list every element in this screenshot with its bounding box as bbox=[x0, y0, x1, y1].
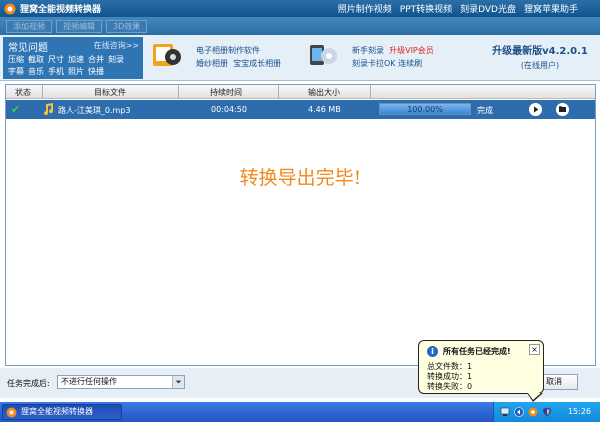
progress-bar: 100.00% bbox=[379, 103, 471, 115]
vip-upgrade-link[interactable]: 升级VIP会员 bbox=[389, 46, 434, 55]
baby-album-link[interactable]: 宝宝成长相册 bbox=[233, 59, 281, 68]
column-duration[interactable]: 持续时间 bbox=[210, 87, 242, 98]
file-name: 路人-江美琪_0.mp3 bbox=[58, 106, 131, 115]
taskbar-app-button[interactable]: 狸窝全能视频转换器 bbox=[2, 404, 122, 420]
progress-text: 100.00% bbox=[407, 105, 443, 114]
promo-burn: 新手刻录 升级VIP会员 刻录卡拉OK 连续刷 bbox=[352, 44, 434, 70]
faq-link[interactable]: 快播 bbox=[88, 66, 104, 77]
promo-album: 电子相册制作软件 婚纱相册 宝宝成长相册 bbox=[196, 44, 281, 70]
menu-photo-video[interactable]: 照片制作视频 bbox=[338, 2, 392, 15]
window-title: 狸窝全能视频转换器 bbox=[20, 5, 102, 15]
app-icon bbox=[4, 3, 16, 14]
column-target-file[interactable]: 目标文件 bbox=[94, 87, 126, 98]
column-status[interactable]: 状态 bbox=[15, 87, 31, 98]
menu-burn-dvd[interactable]: 刻录DVD光盘 bbox=[460, 2, 516, 15]
task-list: 状态 目标文件 持续时间 输出大小 ✔ 路人-江美琪_0.mp3 00:04:5… bbox=[5, 84, 596, 366]
add-video-button[interactable]: 添加视频 bbox=[6, 19, 52, 33]
beginner-burn-link[interactable]: 新手刻录 bbox=[352, 46, 384, 55]
faq-link[interactable]: 照片 bbox=[68, 66, 84, 77]
wedding-album-link[interactable]: 婚纱相册 bbox=[196, 59, 228, 68]
close-icon[interactable]: × bbox=[529, 344, 540, 355]
faq-link[interactable]: 字幕 bbox=[8, 66, 24, 77]
music-note-icon bbox=[44, 103, 54, 115]
toolbar: 添加视频 视频编辑 3D效果 bbox=[0, 17, 600, 35]
app-tray-icon[interactable] bbox=[528, 407, 538, 417]
file-size: 4.46 MB bbox=[308, 105, 341, 114]
task-status: 完成 bbox=[477, 106, 493, 115]
upgrade-title: 升级最新版v4.2.0.1 bbox=[492, 46, 588, 57]
faq-link[interactable]: 压缩 bbox=[8, 54, 24, 65]
play-icon[interactable] bbox=[529, 103, 542, 116]
info-icon: i bbox=[427, 346, 438, 357]
fail-count-text: 转换失败：0 bbox=[427, 382, 473, 391]
faq-link[interactable]: 加速 bbox=[68, 54, 84, 65]
balloon-title: 所有任务已经完成! bbox=[443, 347, 511, 356]
check-icon: ✔ bbox=[11, 103, 21, 116]
upgrade-subtitle: (在线用户) bbox=[520, 61, 560, 70]
dvd-burn-icon[interactable] bbox=[308, 41, 338, 69]
notification-balloon: i 所有任务已经完成! × 总文件数：1 转换成功：1 转换失败：0 bbox=[418, 340, 544, 402]
table-row[interactable]: ✔ 路人-江美琪_0.mp3 00:04:50 4.46 MB 100.00% … bbox=[6, 100, 595, 119]
top-menu: 照片制作视频 PPT转换视频 刻录DVD光盘 狸窝苹果助手 bbox=[338, 0, 578, 17]
faq-title: 常见问题 bbox=[8, 43, 48, 54]
menu-ppt-video[interactable]: PPT转换视频 bbox=[400, 2, 452, 15]
after-complete-select[interactable]: 不进行任何操作 bbox=[57, 375, 185, 389]
upgrade-link[interactable]: 升级最新版v4.2.0.1 (在线用户) bbox=[482, 42, 598, 71]
open-folder-icon[interactable] bbox=[556, 103, 569, 116]
after-complete-label: 任务完成后: bbox=[7, 379, 50, 388]
file-duration: 00:04:50 bbox=[211, 105, 247, 114]
online-consult-link[interactable]: 在线咨询>> bbox=[94, 40, 139, 51]
clock: 15:26 bbox=[567, 407, 591, 416]
app-icon bbox=[6, 407, 17, 418]
photo-album-icon[interactable] bbox=[152, 41, 182, 69]
faq-row-2: 字幕 音乐 手机 照片 快播 bbox=[8, 66, 104, 77]
column-output-size[interactable]: 输出大小 bbox=[308, 87, 340, 98]
table-header: 状态 目标文件 持续时间 输出大小 bbox=[6, 85, 595, 99]
shield-icon[interactable] bbox=[542, 407, 552, 417]
faq-link[interactable]: 尺寸 bbox=[48, 54, 64, 65]
faq-link[interactable]: 截取 bbox=[28, 54, 44, 65]
system-tray: 15:26 bbox=[493, 402, 600, 422]
faq-link[interactable]: 刻录 bbox=[108, 54, 124, 65]
karaoke-burn-link[interactable]: 刻录卡拉OK bbox=[352, 59, 396, 68]
continuous-burn-link[interactable]: 连续刷 bbox=[398, 59, 422, 68]
network-icon[interactable] bbox=[514, 407, 524, 417]
menu-apple-helper[interactable]: 狸窝苹果助手 bbox=[524, 2, 578, 15]
faq-panel: 常见问题 在线咨询>> 压缩 截取 尺寸 加速 合并 刻录 字幕 音乐 手机 照… bbox=[3, 37, 143, 79]
taskbar-app-label: 狸窝全能视频转换器 bbox=[21, 407, 93, 416]
faq-link[interactable]: 音乐 bbox=[28, 66, 44, 77]
3d-effect-button[interactable]: 3D效果 bbox=[106, 19, 148, 33]
faq-link[interactable]: 手机 bbox=[48, 66, 64, 77]
monitor-icon[interactable] bbox=[500, 407, 510, 417]
after-complete-value: 不进行任何操作 bbox=[61, 377, 117, 386]
album-software-link[interactable]: 电子相册制作软件 bbox=[196, 44, 281, 57]
chevron-down-icon[interactable] bbox=[172, 376, 184, 388]
edit-video-button[interactable]: 视频编辑 bbox=[56, 19, 102, 33]
conversion-complete-message: 转换导出完毕! bbox=[239, 167, 362, 189]
faq-row-1: 压缩 截取 尺寸 加速 合并 刻录 bbox=[8, 54, 124, 65]
title-bar: 狸窝全能视频转换器 照片制作视频 PPT转换视频 刻录DVD光盘 狸窝苹果助手 bbox=[0, 0, 600, 17]
faq-link[interactable]: 合并 bbox=[88, 54, 104, 65]
